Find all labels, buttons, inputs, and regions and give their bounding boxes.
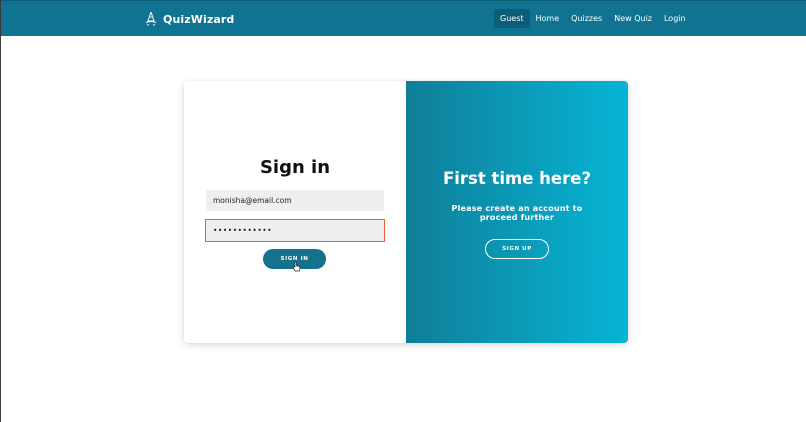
brand-name: QuizWizard: [163, 12, 235, 26]
brand[interactable]: QuizWizard: [145, 10, 234, 28]
auth-card: Sign in SIGN IN First time here? Please …: [184, 81, 628, 343]
signin-panel: Sign in SIGN IN: [184, 81, 406, 343]
signup-button[interactable]: SIGN UP: [485, 239, 549, 259]
signin-title: Sign in: [259, 157, 331, 178]
signup-subtitle: Please create an account to proceed furt…: [451, 204, 583, 222]
nav-link-guest[interactable]: Guest: [494, 9, 530, 28]
wizard-hat-icon: [145, 12, 157, 26]
nav-link-login[interactable]: Login: [658, 9, 692, 28]
nav-link-home[interactable]: Home: [530, 9, 566, 28]
signup-panel: First time here? Please create an accoun…: [406, 81, 628, 343]
nav-link-new-quiz[interactable]: New Quiz: [608, 9, 658, 28]
signup-title: First time here?: [442, 169, 592, 188]
nav-link-quizzes[interactable]: Quizzes: [565, 9, 608, 28]
password-field[interactable]: [205, 219, 385, 242]
nav-links: Guest Home Quizzes New Quiz Login: [494, 9, 692, 28]
email-field[interactable]: [206, 190, 384, 211]
top-navbar: QuizWizard Guest Home Quizzes New Quiz L…: [1, 0, 806, 36]
hand-cursor-icon: [292, 261, 301, 272]
